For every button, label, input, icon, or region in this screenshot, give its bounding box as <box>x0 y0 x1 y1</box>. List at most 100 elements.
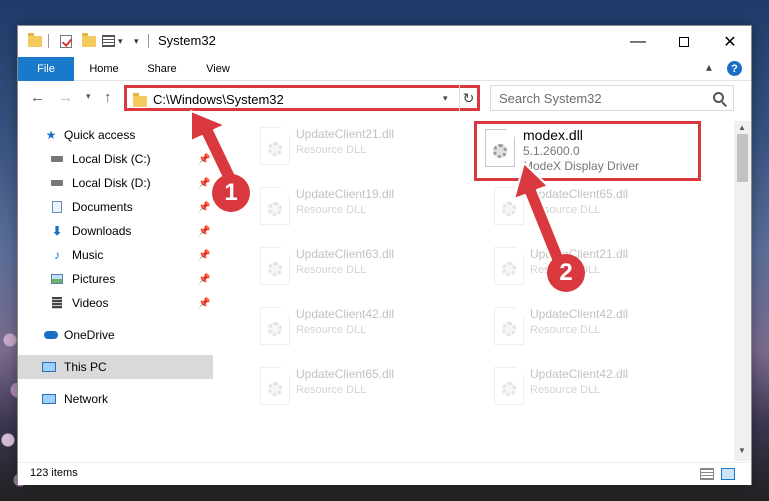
step-badge-2: 2 <box>547 254 585 292</box>
sidebar-item-quick-access[interactable]: ★ Quick access <box>18 123 213 147</box>
file-name: UpdateClient42.dll <box>530 307 629 321</box>
chevron-down-icon[interactable]: ▾ <box>118 32 123 50</box>
sidebar-item-label: Local Disk (D:) <box>72 176 151 190</box>
highlighted-file-tile[interactable]: modex.dll 5.1.2600.0 ModeX Display Drive… <box>474 121 701 181</box>
new-folder-icon[interactable] <box>82 32 96 50</box>
help-icon[interactable]: ? <box>727 61 742 76</box>
file-type: Resource DLL <box>296 204 367 216</box>
scroll-thumb[interactable] <box>737 134 748 182</box>
status-bar: 123 items <box>18 462 751 485</box>
address-bar[interactable]: C:\Windows\System32 ▾ ↻ <box>124 85 480 111</box>
maximize-button[interactable] <box>661 26 707 57</box>
navigation-bar: ← → ▾ ↑ C:\Windows\System32 ▾ ↻ Search S… <box>18 82 751 114</box>
sidebar-item-downloads[interactable]: ⬇ Downloads 📌 <box>18 219 213 243</box>
pin-icon[interactable]: 📌 <box>198 154 210 165</box>
ribbon-tabs: File Home Share View ▼ ? <box>18 57 751 81</box>
file-name: UpdateClient65.dll <box>296 367 395 381</box>
sidebar-item-label: Videos <box>72 296 109 310</box>
file-type: Resource DLL <box>530 324 601 336</box>
download-icon: ⬇ <box>51 224 63 238</box>
dll-file-icon <box>494 367 524 405</box>
sidebar-item-music[interactable]: ♪ Music 📌 <box>18 243 213 267</box>
close-icon: ✕ <box>723 33 737 51</box>
back-arrow-icon[interactable]: ← <box>30 89 45 106</box>
search-input[interactable]: Search System32 <box>490 85 734 111</box>
scroll-up-icon[interactable]: ▲ <box>738 123 746 132</box>
file-type: Resource DLL <box>296 144 367 156</box>
sidebar-item-this-pc[interactable]: This PC <box>18 355 213 379</box>
file-name: UpdateClient63.dll <box>296 247 395 261</box>
file-tile[interactable]: UpdateClient42.dll Resource DLL <box>482 303 702 351</box>
pin-icon[interactable]: 📌 <box>198 250 210 261</box>
file-tile[interactable]: UpdateClient63.dll Resource DLL <box>248 243 468 291</box>
refresh-icon[interactable]: ↻ <box>459 85 477 111</box>
dll-file-icon <box>494 307 524 345</box>
file-tile[interactable]: UpdateClient21.dll Resource DLL <box>248 123 468 171</box>
pin-icon[interactable]: 📌 <box>198 178 210 189</box>
pin-icon[interactable]: 📌 <box>198 274 210 285</box>
tiles-view-icon[interactable] <box>721 468 735 480</box>
close-button[interactable]: ✕ <box>707 26 753 57</box>
file-description: ModeX Display Driver <box>523 159 640 173</box>
separator <box>148 32 149 50</box>
network-icon <box>42 392 56 406</box>
pin-icon[interactable]: 📌 <box>198 226 210 237</box>
minimize-button[interactable]: — <box>615 26 661 57</box>
file-tile[interactable]: UpdateClient42.dll Resource DLL <box>248 303 468 351</box>
minimize-icon: — <box>630 32 646 50</box>
sidebar-item-network[interactable]: Network <box>18 387 213 411</box>
drive-icon <box>50 152 64 166</box>
file-tile[interactable]: UpdateClient65.dll Resource DLL <box>248 363 468 411</box>
tab-share[interactable]: Share <box>138 57 186 81</box>
pin-icon[interactable]: 📌 <box>198 202 210 213</box>
file-tile[interactable]: UpdateClient21.dll Resource DLL <box>482 243 702 291</box>
sidebar-item-local-disk-c[interactable]: Local Disk (C:) 📌 <box>18 147 213 171</box>
file-tile[interactable]: UpdateClient19.dll Resource DLL <box>248 183 468 231</box>
expand-ribbon-icon[interactable]: ▼ <box>704 62 714 73</box>
music-icon: ♪ <box>54 248 60 262</box>
file-type: Resource DLL <box>296 384 367 396</box>
scroll-down-icon[interactable]: ▼ <box>738 446 746 455</box>
sidebar-item-label: Downloads <box>72 224 132 238</box>
details-view-icon[interactable] <box>700 468 714 480</box>
sidebar-item-label: Pictures <box>72 272 116 286</box>
checkmark-icon[interactable] <box>60 32 72 50</box>
gear-icon <box>502 322 516 336</box>
dll-file-icon <box>260 307 290 345</box>
pin-icon[interactable]: 📌 <box>198 298 210 309</box>
dll-file-icon <box>260 367 290 405</box>
customize-toolbar-icon[interactable]: ▾ <box>134 32 139 50</box>
forward-arrow-icon[interactable]: → <box>58 89 73 106</box>
navigation-pane: ★ Quick access Local Disk (C:) 📌 Local D… <box>18 121 213 461</box>
tab-home[interactable]: Home <box>80 57 128 81</box>
step-badge-1: 1 <box>212 174 250 212</box>
gear-icon <box>268 322 282 336</box>
dll-file-icon <box>260 127 290 165</box>
tab-file[interactable]: File <box>18 57 74 81</box>
file-name: UpdateClient19.dll <box>296 187 395 201</box>
sidebar-item-label: Quick access <box>64 128 136 142</box>
file-type: Resource DLL <box>530 384 601 396</box>
vertical-scrollbar[interactable]: ▲ ▼ <box>734 121 751 461</box>
cloud-icon <box>44 328 58 342</box>
address-path[interactable]: C:\Windows\System32 <box>153 92 284 107</box>
file-name: modex.dll <box>523 127 583 143</box>
recent-locations-icon[interactable]: ▾ <box>86 91 91 102</box>
sidebar-item-documents[interactable]: Documents 📌 <box>18 195 213 219</box>
up-arrow-icon[interactable]: ↑ <box>104 89 112 106</box>
gear-icon <box>268 142 282 156</box>
chevron-down-icon[interactable]: ▾ <box>443 93 448 104</box>
dll-file-icon <box>494 187 524 225</box>
sidebar-item-pictures[interactable]: Pictures 📌 <box>18 267 213 291</box>
sidebar-item-onedrive[interactable]: OneDrive <box>18 323 213 347</box>
search-icon[interactable] <box>713 92 724 103</box>
file-tile[interactable]: UpdateClient42.dll Resource DLL <box>482 363 702 411</box>
sidebar-item-videos[interactable]: Videos 📌 <box>18 291 213 315</box>
file-name: UpdateClient42.dll <box>530 367 629 381</box>
properties-icon[interactable] <box>102 32 115 50</box>
folder-icon <box>28 32 42 50</box>
sidebar-item-local-disk-d[interactable]: Local Disk (D:) 📌 <box>18 171 213 195</box>
computer-icon <box>42 360 56 374</box>
tab-view[interactable]: View <box>194 57 242 81</box>
file-tile[interactable]: UpdateClient65.dll Resource DLL <box>482 183 702 231</box>
